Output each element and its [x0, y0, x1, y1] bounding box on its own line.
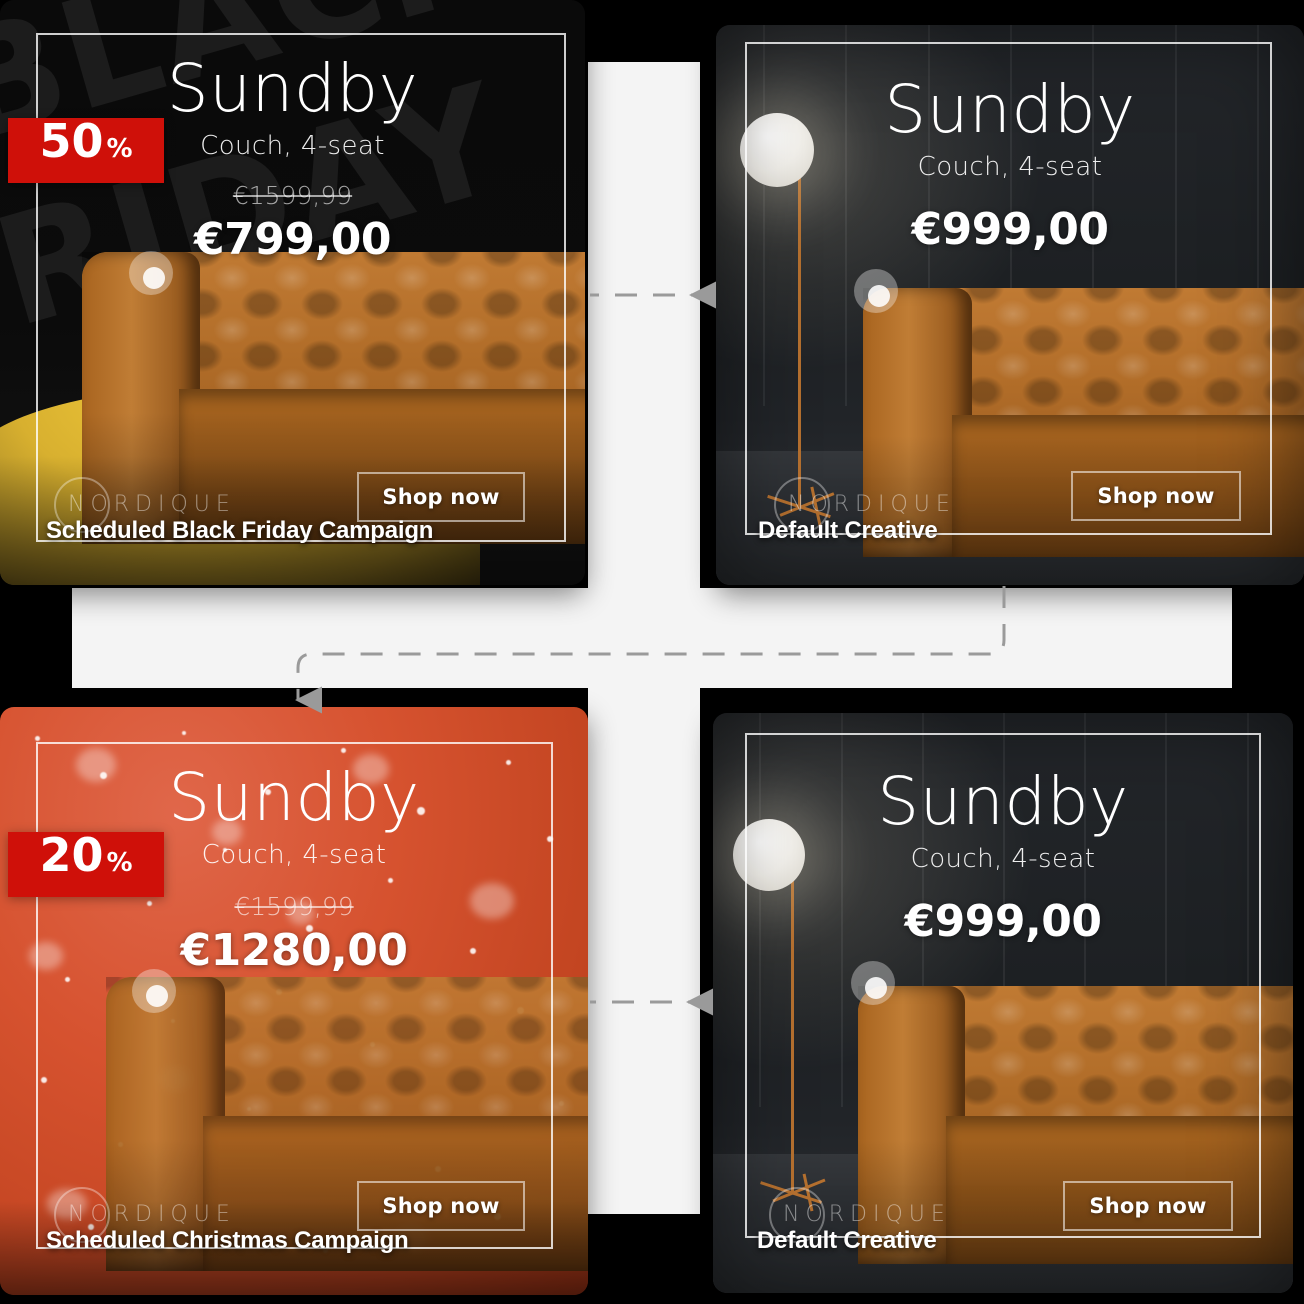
creative-card-default-creative-top[interactable]: Sundby Couch, 4-seat €999,00 NORDIQUE Sh…: [716, 25, 1304, 585]
panel-horizontal: [72, 588, 1232, 688]
discount-value: 20: [39, 828, 104, 882]
image-hotspot-marker[interactable]: [854, 269, 898, 313]
brand-logo: NORDIQUE: [769, 1186, 951, 1243]
shop-now-button[interactable]: Shop now: [1063, 1181, 1233, 1231]
percent-symbol: %: [106, 134, 133, 164]
card-caption: Default Creative: [757, 1227, 937, 1254]
shop-now-button[interactable]: Shop now: [357, 1181, 525, 1231]
discount-badge: 20 %: [8, 832, 164, 897]
canvas: BLACK FRIDAY Sundby Couch, 4-seat €1599,…: [0, 0, 1304, 1304]
discount-badge: 50 %: [8, 118, 164, 183]
brand-logo: NORDIQUE: [54, 476, 236, 533]
shop-now-button[interactable]: Shop now: [1071, 471, 1241, 521]
creative-card-default-creative-bottom[interactable]: Sundby Couch, 4-seat €999,00 NORDIQUE Sh…: [713, 713, 1293, 1293]
brand-logo: NORDIQUE: [774, 476, 956, 533]
image-hotspot-marker[interactable]: [129, 251, 173, 295]
card-caption: Scheduled Christmas Campaign: [46, 1227, 409, 1254]
card-caption: Scheduled Black Friday Campaign: [46, 517, 434, 544]
discount-value: 50: [39, 114, 104, 168]
creative-card-scheduled-christmas[interactable]: Sundby Couch, 4-seat €1599,99 €1280,00 2…: [0, 707, 588, 1295]
brand-logo: NORDIQUE: [54, 1186, 236, 1243]
shop-now-button[interactable]: Shop now: [357, 472, 525, 522]
image-hotspot-marker[interactable]: [851, 961, 895, 1005]
card-caption: Default Creative: [758, 517, 938, 544]
image-hotspot-marker[interactable]: [132, 969, 176, 1013]
creative-card-scheduled-black-friday[interactable]: BLACK FRIDAY Sundby Couch, 4-seat €1599,…: [0, 0, 585, 585]
percent-symbol: %: [106, 848, 133, 878]
